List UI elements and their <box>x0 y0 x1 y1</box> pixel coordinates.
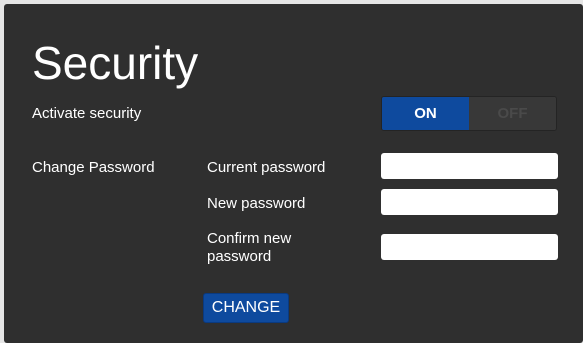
toggle-off-option[interactable]: OFF <box>469 97 556 130</box>
current-password-input[interactable] <box>381 153 558 179</box>
security-panel: Security Activate security ON OFF Change… <box>4 4 583 343</box>
security-toggle[interactable]: ON OFF <box>381 96 557 131</box>
new-password-label: New password <box>207 195 306 212</box>
current-password-label: Current password <box>207 159 326 176</box>
page-title: Security <box>32 37 199 89</box>
activate-security-label: Activate security <box>32 105 142 122</box>
confirm-password-input[interactable] <box>381 234 558 260</box>
new-password-input[interactable] <box>381 189 558 215</box>
toggle-on-option[interactable]: ON <box>382 97 469 130</box>
change-button[interactable]: CHANGE <box>203 293 289 323</box>
change-password-label: Change Password <box>32 159 155 176</box>
confirm-password-label: Confirm new password <box>207 230 292 265</box>
